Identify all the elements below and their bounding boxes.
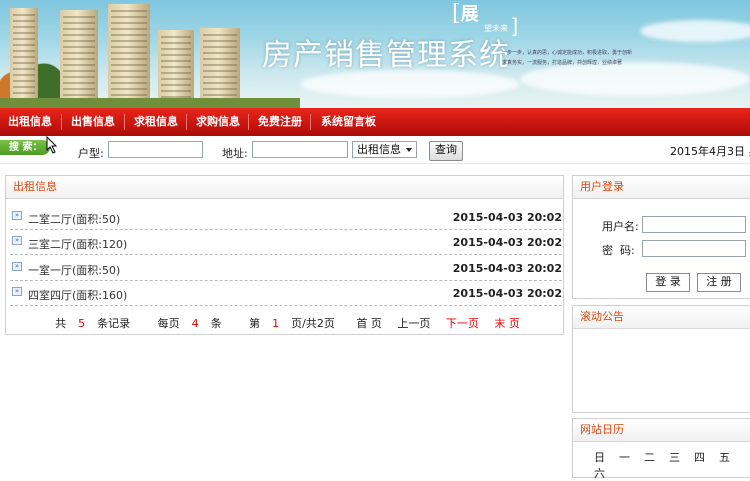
nav-separator [310,114,311,130]
building [158,30,194,108]
weekday: 六 [594,467,605,480]
building [200,28,240,108]
listing-date: 2015-04-03 20:02 [452,236,562,249]
main-nav: 出租信息 出售信息 求租信息 求购信息 免费注册 系统留言板 [0,108,750,136]
notice-panel: 滚动公告 [572,305,750,413]
pager-total: 共 5 条记录 [55,317,131,330]
nav-message-board[interactable]: 系统留言板 [321,108,376,136]
panel-title: 网站日历 [573,419,750,442]
double-arrow-icon: » [12,236,22,245]
nav-separator [248,114,249,130]
pager-last[interactable]: 末 页 [494,317,520,330]
rent-listings-panel: 出租信息 » 二室二厅(面积:50) 2015-04-03 20:02 » 三室… [5,175,564,335]
username-label: 用户名: [602,220,639,233]
password-label: 密 码: [602,244,635,257]
listing-date: 2015-04-03 20:02 [452,211,562,224]
listing-title[interactable]: 四室四厅(面积:160) [28,287,127,303]
weekday: 四 [694,451,705,464]
address-label: 地址: [222,147,248,160]
weekday: 五 [719,451,730,464]
calendar-weekdays: 日 一 二 三 四 五六 [594,449,750,481]
double-arrow-icon: » [12,211,22,220]
double-arrow-icon: » [12,262,22,271]
building [108,4,150,108]
nav-separator [186,114,187,130]
pager-first[interactable]: 首 页 [356,317,382,330]
house-type-label: 户型: [78,147,104,160]
double-arrow-icon: » [12,287,22,296]
banner-slogan: 一步一步，认真的思，心诚定能成功，积极进取，勇于创新 求真务实，一流服务，打造品… [502,48,642,68]
listing-title[interactable]: 二室二厅(面积:50) [28,211,120,227]
weekday: 日 [594,451,605,464]
category-select[interactable]: 出租信息 [352,141,417,158]
grass-decoration [0,98,300,108]
pager-current: 第 1 页/共2页 [249,317,335,330]
building [60,10,98,108]
site-banner: [展 望未来 ] 房产销售管理系统 一步一步，认真的思，心诚定能成功，积极进取，… [0,0,750,108]
current-date: 2015年4月3日 星 [670,145,750,158]
pager-next[interactable]: 下一页 [446,317,479,330]
list-item[interactable]: » 二室二厅(面积:50) 2015-04-03 20:02 [10,204,562,230]
nav-seek-buy[interactable]: 求购信息 [196,108,240,136]
cloud [300,70,520,98]
building [10,8,38,108]
list-item[interactable]: » 三室二厅(面积:120) 2015-04-03 20:02 [10,229,562,255]
banner-zhan: [展 [452,1,479,26]
username-input[interactable] [642,216,746,233]
listing-date: 2015-04-03 20:02 [452,262,562,275]
mouse-cursor-icon [46,136,58,154]
site-title: 房产销售管理系统 [262,38,510,73]
weekday: 一 [619,451,630,464]
cloud [640,20,750,42]
password-input[interactable] [642,240,746,257]
house-type-input[interactable] [108,141,203,158]
nav-rent-info[interactable]: 出租信息 [8,108,52,136]
panel-title: 用户登录 [573,176,750,199]
weekday: 二 [644,451,655,464]
listing-title[interactable]: 三室二厅(面积:120) [28,236,127,252]
address-input[interactable] [252,141,348,158]
pager-prev[interactable]: 上一页 [397,317,430,330]
nav-separator [61,114,62,130]
list-item[interactable]: » 四室四厅(面积:160) 2015-04-03 20:02 [10,280,562,306]
panel-title: 滚动公告 [573,306,750,329]
category-select-value: 出租信息 [357,143,401,156]
nav-sale-info[interactable]: 出售信息 [71,108,115,136]
login-button[interactable]: 登 录 [646,273,690,292]
pager-per-page: 每页 4 条 [157,317,222,330]
panel-title: 出租信息 [6,176,563,199]
pagination: 共 5 条记录 每页 4 条 第 1 页/共2页 首 页 上一页 下一页 末 页 [6,315,563,331]
nav-separator [124,114,125,130]
register-button[interactable]: 注 册 [697,273,741,292]
listing-title[interactable]: 一室一厅(面积:50) [28,262,120,278]
nav-free-register[interactable]: 免费注册 [258,108,302,136]
chevron-down-icon [406,148,412,152]
listing-date: 2015-04-03 20:02 [452,287,562,300]
search-bar: 搜 索： 户型: 地址: 出租信息 查询 2015年4月3日 星 [0,136,750,164]
search-tag: 搜 索： [0,140,50,155]
slogan-line: 求真务实，一流服务，打造品牌，共创辉煌，业绩卓著 [502,60,623,66]
nav-seek-rent[interactable]: 求租信息 [134,108,178,136]
weekday: 三 [669,451,680,464]
slogan-line: 一步一步，认真的思，心诚定能成功，积极进取，勇于创新 [502,50,633,56]
query-button[interactable]: 查询 [429,141,463,161]
list-item[interactable]: » 一室一厅(面积:50) 2015-04-03 20:02 [10,255,562,281]
